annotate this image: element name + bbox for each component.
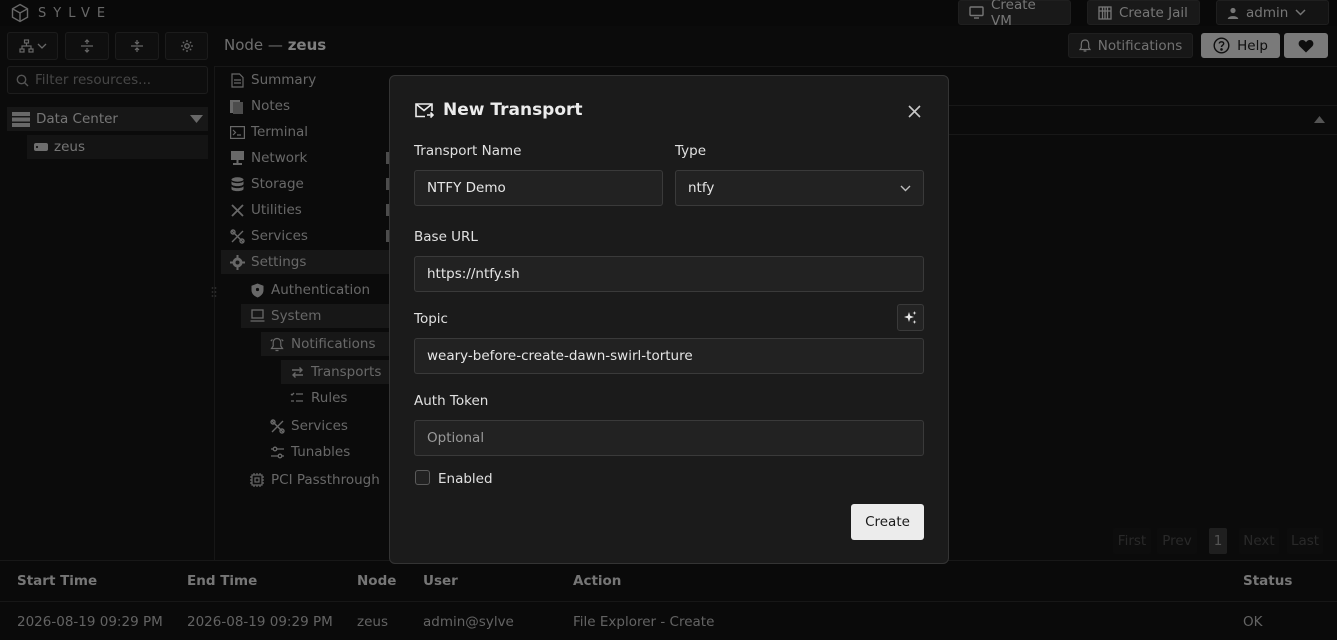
chevron-down-icon xyxy=(900,185,911,192)
base-url-input[interactable]: https://ntfy.sh xyxy=(414,256,924,292)
transport-name-label: Transport Name xyxy=(414,143,522,159)
dialog-title-text: New Transport xyxy=(443,100,583,120)
create-button[interactable]: Create xyxy=(851,504,924,540)
topic-input[interactable]: weary-before-create-dawn-swirl-torture xyxy=(414,338,924,374)
dialog-title: New Transport xyxy=(414,100,583,120)
close-button[interactable] xyxy=(904,101,924,121)
type-select-value: ntfy xyxy=(688,180,715,196)
auth-token-label: Auth Token xyxy=(414,393,489,409)
transport-name-input[interactable]: NTFY Demo xyxy=(414,170,663,206)
close-icon xyxy=(907,104,921,118)
topic-label: Topic xyxy=(414,311,448,327)
new-transport-dialog: New Transport Transport Name NTFY Demo T… xyxy=(389,75,949,564)
base-url-label: Base URL xyxy=(414,229,478,245)
sparkles-icon xyxy=(904,311,917,324)
mail-send-icon xyxy=(414,102,434,119)
enabled-label: Enabled xyxy=(438,471,493,487)
type-select[interactable]: ntfy xyxy=(675,170,924,206)
type-label: Type xyxy=(675,143,707,159)
enabled-checkbox[interactable] xyxy=(415,470,430,485)
auth-token-input[interactable]: Optional xyxy=(414,420,924,456)
generate-topic-button[interactable] xyxy=(897,304,924,331)
